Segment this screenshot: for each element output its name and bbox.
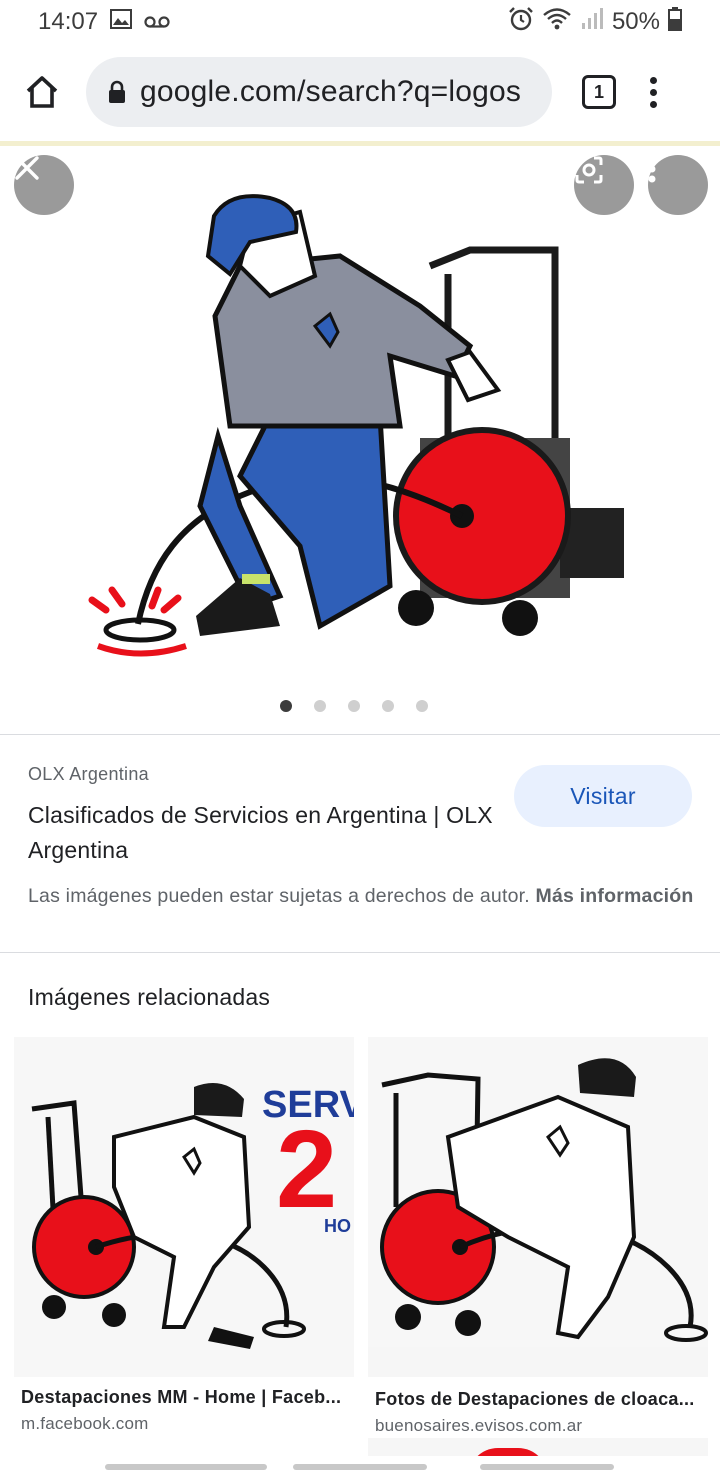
copyright-notice: Las imágenes pueden estar sujetas a dere… — [28, 882, 698, 910]
browser-menu-button[interactable] — [648, 76, 658, 108]
result-title[interactable]: Clasificados de Servicios en Argentina |… — [28, 798, 508, 868]
url-bar[interactable]: google.com/search?q=logos — [86, 57, 552, 127]
plumber-illustration[interactable] — [0, 146, 720, 734]
nav-pill[interactable] — [105, 1464, 267, 1470]
overlay-small: HO — [324, 1216, 351, 1236]
related-image[interactable]: SERV 2 HO — [14, 1037, 354, 1377]
result-source: OLX Argentina — [28, 764, 149, 784]
more-vert-icon — [648, 155, 656, 183]
alarm-icon — [508, 6, 534, 38]
carousel-dot[interactable] — [382, 700, 394, 712]
battery-icon — [668, 6, 682, 38]
carousel-dot[interactable] — [416, 700, 428, 712]
divider — [0, 952, 720, 953]
carousel-dot[interactable] — [348, 700, 360, 712]
carousel-indicator — [280, 700, 428, 712]
lens-icon — [575, 156, 603, 184]
lens-button[interactable] — [574, 155, 634, 215]
related-image-url: buenosaires.evisos.com.ar — [375, 1416, 583, 1435]
browser-toolbar: google.com/search?q=logos 1 — [0, 44, 720, 140]
related-image-title[interactable]: Destapaciones MM - Home | Faceb... — [14, 1387, 354, 1408]
image-icon — [110, 8, 133, 36]
related-image-url: m.facebook.com — [21, 1414, 149, 1433]
related-image-card[interactable]: SERV 2 HO Destapaciones MM - Home | Face… — [14, 1037, 354, 1434]
carousel-dot[interactable] — [314, 700, 326, 712]
overlay-digit: 2 — [276, 1108, 337, 1231]
related-images-heading: Imágenes relacionadas — [28, 984, 271, 1010]
close-button[interactable] — [14, 155, 74, 215]
home-icon — [26, 76, 58, 108]
voicemail-icon — [144, 8, 170, 36]
copyright-text: Las imágenes pueden estar sujetas a dere… — [28, 885, 530, 907]
tab-count: 1 — [593, 81, 604, 102]
image-more-button[interactable] — [648, 155, 708, 215]
related-image-card[interactable]: Fotos de Destapaciones de cloaca... buen… — [368, 1037, 708, 1436]
nav-pill[interactable] — [293, 1464, 427, 1470]
close-icon — [15, 156, 39, 180]
carousel-dot[interactable] — [280, 700, 292, 712]
related-image-peek[interactable] — [368, 1438, 708, 1456]
status-time: 14:07 — [38, 8, 99, 35]
more-vert-icon — [649, 76, 657, 84]
image-viewer — [0, 146, 720, 734]
divider — [0, 734, 720, 735]
signal-icon — [580, 7, 604, 38]
lock-icon — [109, 80, 125, 103]
battery-percent: 50% — [611, 8, 660, 35]
more-info-link[interactable]: Más información — [536, 885, 694, 907]
related-image-title[interactable]: Fotos de Destapaciones de cloaca... — [368, 1389, 708, 1410]
system-nav-bar — [0, 1456, 720, 1480]
related-image[interactable] — [368, 1037, 708, 1377]
url-text: google.com/search?q=logos — [140, 75, 522, 108]
visit-button[interactable]: Visitar — [514, 765, 692, 827]
tab-switcher-button[interactable]: 1 — [582, 75, 616, 109]
home-button[interactable] — [20, 70, 64, 114]
wifi-icon — [542, 7, 572, 38]
nav-pill[interactable] — [480, 1464, 614, 1470]
status-bar: 14:07 50% — [0, 0, 720, 44]
